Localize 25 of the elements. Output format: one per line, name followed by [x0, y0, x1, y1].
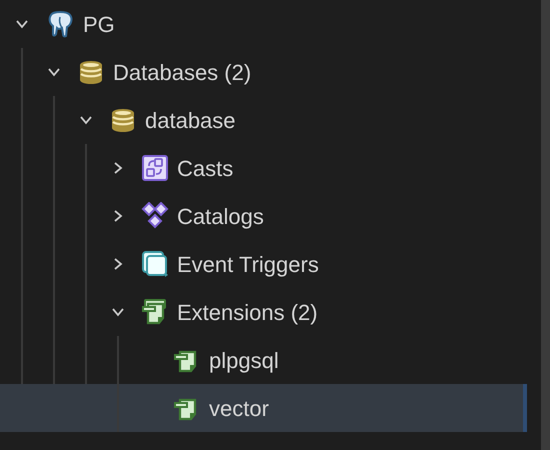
- database-icon: [77, 58, 105, 86]
- extensions-icon: [141, 298, 169, 326]
- tree-row[interactable]: Event Triggers: [0, 240, 527, 288]
- tree-row[interactable]: plpgsql: [0, 336, 527, 384]
- node-label: Databases (2): [113, 58, 252, 86]
- tree-row[interactable]: Extensions (2): [0, 288, 527, 336]
- tree-row[interactable]: PG: [0, 0, 527, 48]
- node-label: vector: [209, 394, 269, 422]
- tree-row[interactable]: Catalogs: [0, 192, 527, 240]
- squares-icon: [141, 250, 169, 278]
- node-label: database: [145, 106, 236, 134]
- tree-row[interactable]: Casts: [0, 144, 527, 192]
- tree-row[interactable]: vector: [0, 384, 527, 432]
- node-label: Casts: [177, 154, 234, 182]
- scrollbar[interactable]: [541, 0, 550, 450]
- tree-row[interactable]: Databases (2): [0, 48, 527, 96]
- node-label: PG: [83, 10, 115, 38]
- casts-icon: [141, 154, 169, 182]
- node-label: Event Triggers: [177, 250, 319, 279]
- node-label: plpgsql: [209, 346, 279, 375]
- diamonds-icon: [141, 202, 169, 230]
- tree-row[interactable]: database: [0, 96, 527, 144]
- node-label: Extensions (2): [177, 298, 318, 326]
- database-icon: [109, 106, 137, 134]
- node-label: Catalogs: [177, 202, 264, 231]
